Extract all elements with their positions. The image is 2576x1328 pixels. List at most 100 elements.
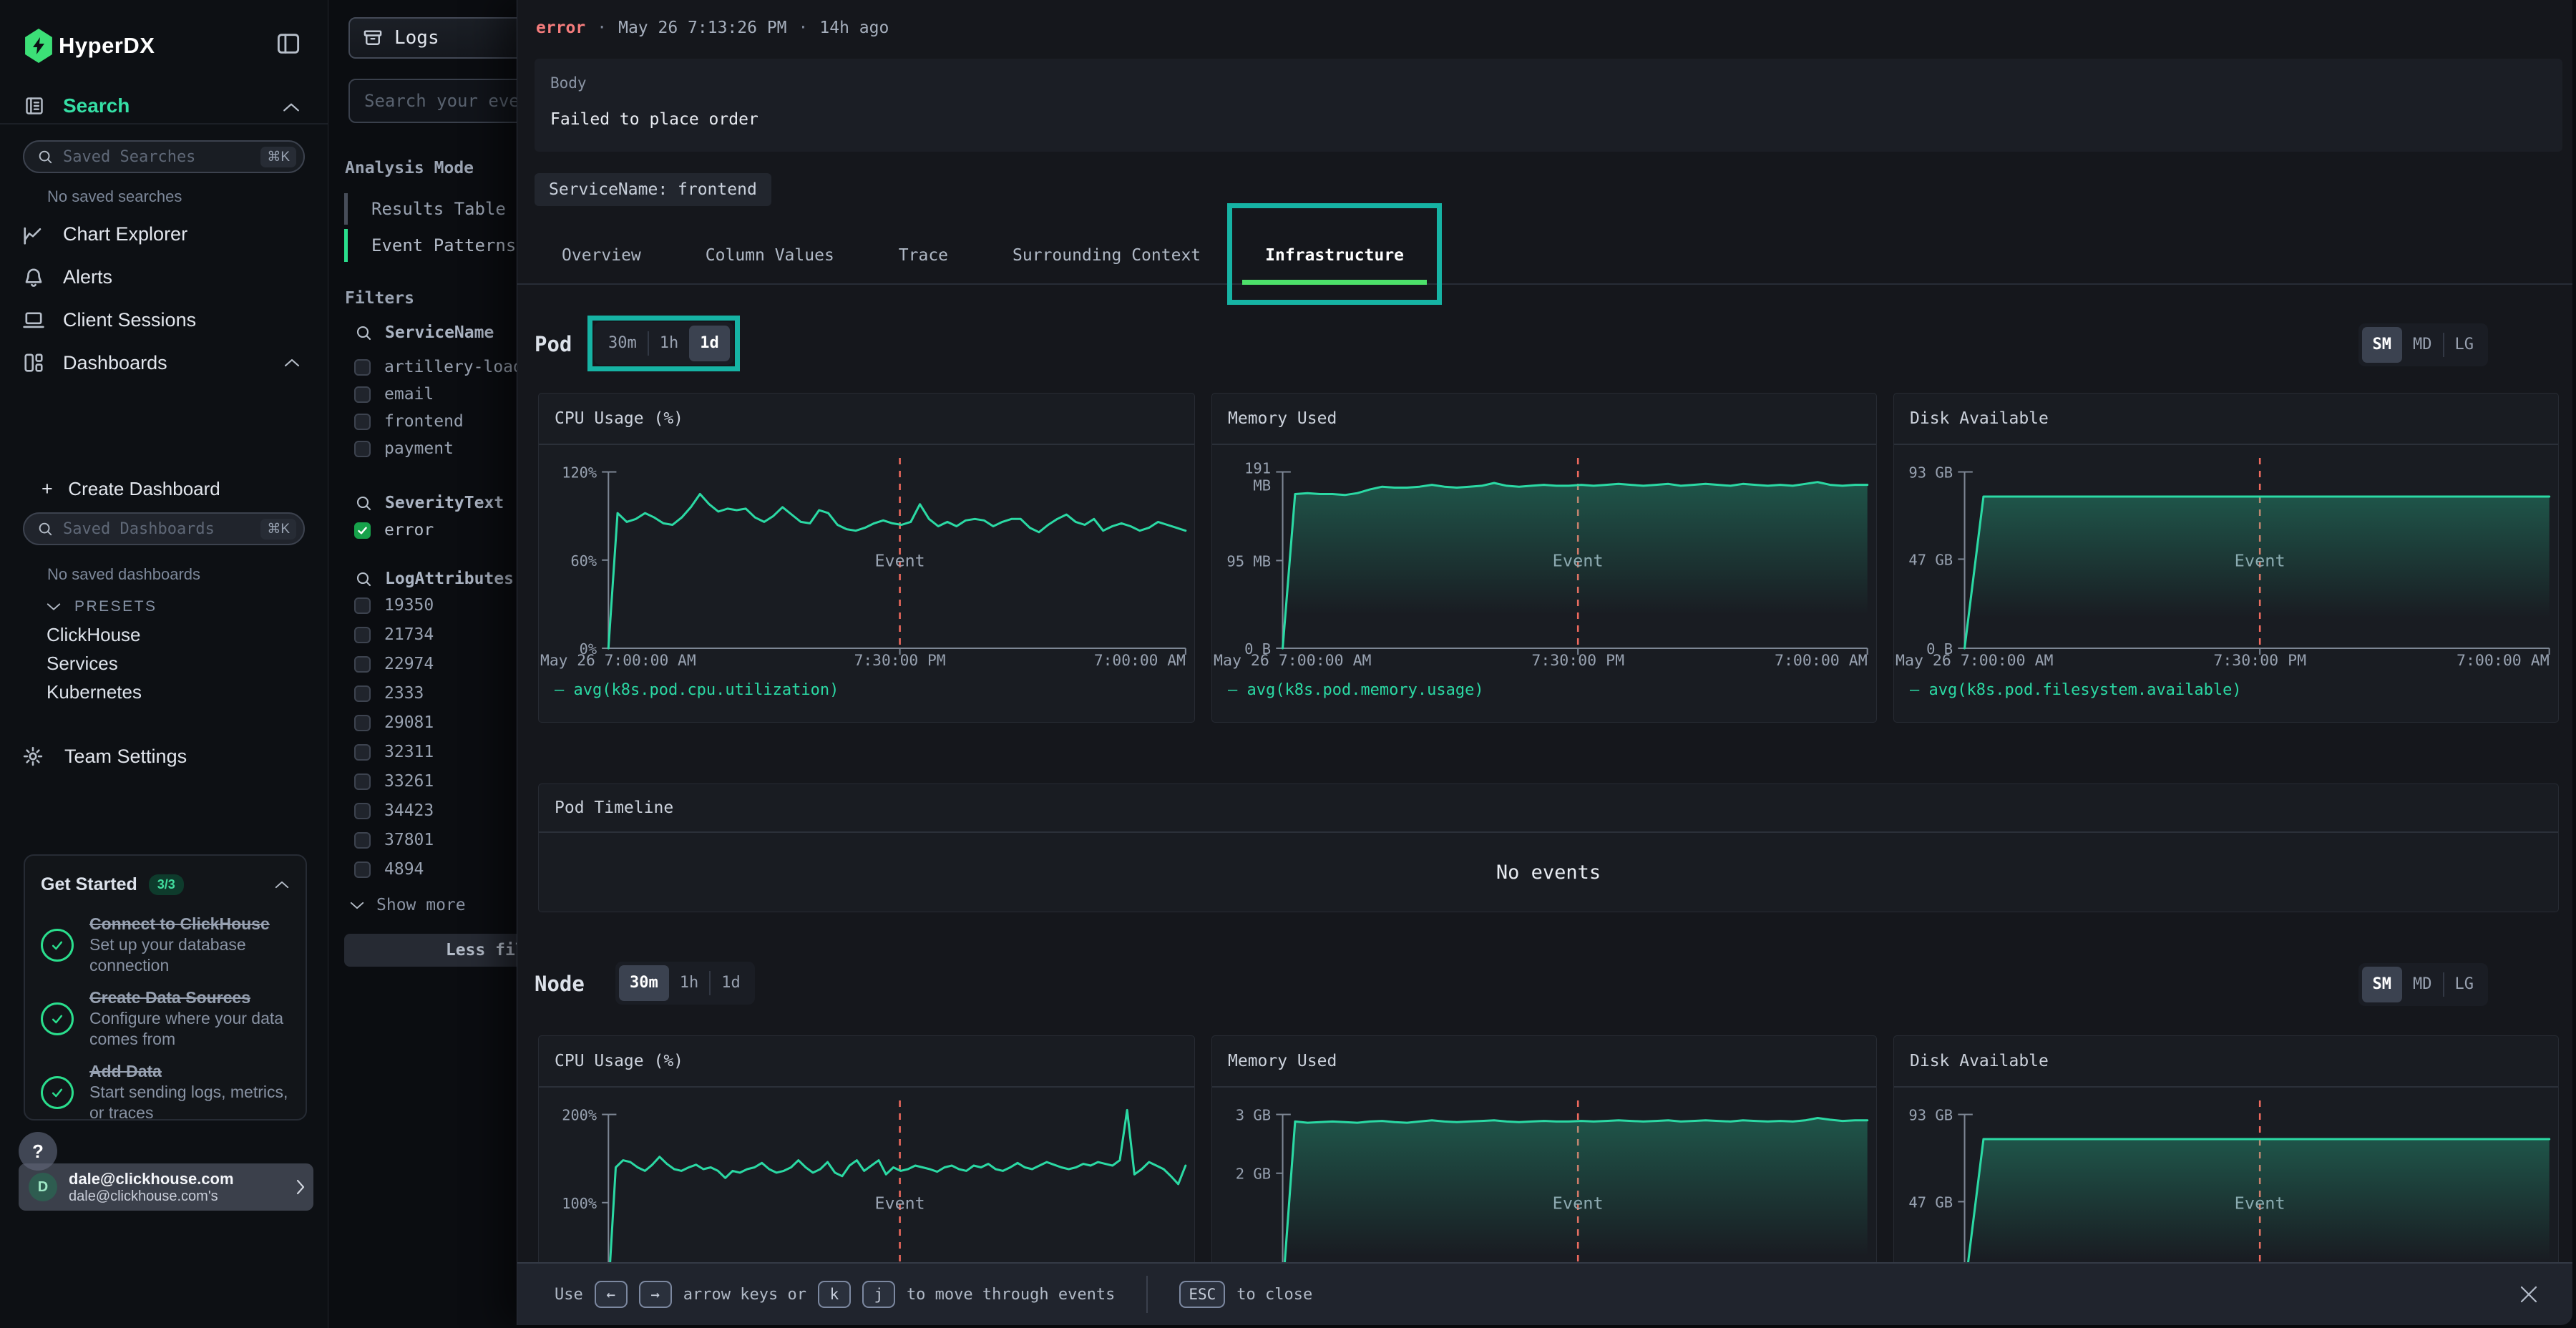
filter-value-row[interactable]: payment [354, 439, 454, 458]
tab-overview[interactable]: Overview [535, 228, 668, 285]
tab-column-values[interactable]: Column Values [678, 228, 862, 285]
filter-value-row[interactable]: 22974 [354, 655, 434, 673]
preset-services[interactable]: Services [47, 653, 118, 675]
chevron-up-icon[interactable] [274, 880, 290, 889]
filter-value-row[interactable]: artillery-load [354, 358, 523, 376]
svg-text:May 26 7:00:00 AM: May 26 7:00:00 AM [1214, 652, 1371, 670]
sidebar-item-search[interactable]: Search [63, 94, 130, 117]
sidebar-item-alerts[interactable]: Alerts [63, 266, 112, 288]
sidebar-item-team-settings[interactable]: Team Settings [64, 746, 187, 768]
filter-value-row[interactable]: email [354, 385, 434, 404]
size-lg[interactable]: LG [2444, 327, 2485, 363]
filter-value-row[interactable]: 19350 [354, 596, 434, 615]
size-md[interactable]: MD [2402, 967, 2443, 1002]
tab-surrounding-context[interactable]: Surrounding Context [985, 228, 1228, 285]
checkbox[interactable] [354, 656, 371, 673]
get-started-item[interactable]: Connect to ClickHouse Set up your databa… [41, 914, 290, 976]
dashboards-chevron-up-icon[interactable] [283, 358, 301, 368]
svg-text:47 GB: 47 GB [1908, 1194, 1953, 1211]
filter-value-row[interactable]: 32311 [354, 743, 434, 761]
checkbox[interactable] [354, 803, 371, 819]
pod-time-range-control: 30m 1h 1d [594, 322, 733, 365]
checkbox[interactable] [354, 861, 371, 878]
filter-group-servicename[interactable]: ServiceName [355, 323, 494, 342]
filter-value-row[interactable]: 29081 [354, 713, 434, 732]
checkbox[interactable] [354, 744, 371, 761]
range-1d[interactable]: 1d [689, 326, 730, 361]
checkbox[interactable] [354, 773, 371, 790]
user-account-chip[interactable]: D dale@clickhouse.com dale@clickhouse.co… [19, 1163, 313, 1211]
saved-dashboards-input[interactable]: Saved Dashboards ⌘K [23, 512, 305, 545]
sidebar-item-dashboards[interactable]: Dashboards [63, 352, 167, 374]
divider [0, 123, 328, 125]
checkbox[interactable] [354, 685, 371, 702]
checkbox[interactable] [354, 441, 371, 457]
sidebar-item-chart-explorer[interactable]: Chart Explorer [63, 223, 187, 245]
range-30m[interactable]: 30m [597, 326, 648, 361]
pod-cpu-chart[interactable]: 120%60%0%EventMay 26 7:00:00 AM7:30:00 P… [539, 448, 1194, 670]
svg-text:Event: Event [875, 1195, 925, 1214]
filter-group-severitytext[interactable]: SeverityText [355, 494, 504, 512]
checkbox[interactable] [354, 715, 371, 731]
saved-dashboards-placeholder: Saved Dashboards [63, 520, 260, 538]
checkbox[interactable] [354, 414, 371, 430]
preset-clickhouse[interactable]: ClickHouse [47, 624, 141, 646]
range-1h[interactable]: 1h [649, 326, 690, 361]
range-1h[interactable]: 1h [669, 965, 710, 1001]
tab-infrastructure[interactable]: Infrastructure [1238, 228, 1431, 285]
tab-trace[interactable]: Trace [872, 228, 975, 285]
divider [1146, 1276, 1148, 1313]
filter-value-row[interactable]: frontend [354, 412, 464, 431]
source-select[interactable]: Logs [348, 17, 536, 59]
size-md[interactable]: MD [2402, 327, 2443, 363]
sidebar-item-client-sessions[interactable]: Client Sessions [63, 309, 196, 331]
pod-timeline-card: Pod Timeline No events [538, 783, 2559, 912]
filter-group-logattributes[interactable]: LogAttributes [355, 570, 514, 588]
svg-text:60%: 60% [570, 552, 597, 570]
svg-text:93 GB: 93 GB [1908, 1107, 1953, 1124]
saved-searches-input[interactable]: Saved Searches ⌘K [23, 140, 305, 173]
size-sm[interactable]: SM [2362, 967, 2403, 1002]
chevron-down-icon [349, 901, 365, 910]
create-dashboard-button[interactable]: + Create Dashboard [42, 478, 220, 500]
svg-text:3 GB: 3 GB [1236, 1107, 1271, 1124]
size-sm[interactable]: SM [2362, 327, 2403, 363]
checkbox-checked[interactable] [354, 522, 371, 539]
collapse-sidebar-button[interactable] [276, 33, 301, 54]
pod-memory-chart[interactable]: 191MB95 MB0 BEventMay 26 7:00:00 AM7:30:… [1212, 448, 1876, 670]
keyboard-hints-bar: Use ← → arrow keys or k j to move throug… [517, 1262, 2572, 1325]
filter-value-row[interactable]: 4894 [354, 860, 424, 879]
chevron-right-icon [295, 1178, 306, 1196]
filter-value-row[interactable]: error [354, 521, 434, 540]
preset-kubernetes[interactable]: Kubernetes [47, 681, 142, 703]
check-circle-icon [41, 1076, 74, 1109]
checkbox[interactable] [354, 627, 371, 643]
search-section-chevron-up-icon[interactable] [282, 102, 301, 113]
filter-value-row[interactable]: 33261 [354, 772, 434, 791]
checkbox[interactable] [354, 359, 371, 376]
presets-toggle[interactable]: PRESETS [46, 598, 157, 615]
get-started-item[interactable]: Add Data Start sending logs, metrics, or… [41, 1061, 290, 1120]
filter-value-row[interactable]: 37801 [354, 831, 434, 849]
k-key: k [818, 1281, 851, 1308]
checkbox[interactable] [354, 832, 371, 849]
get-started-item[interactable]: Create Data Sources Configure where your… [41, 987, 290, 1050]
close-icon[interactable] [2518, 1284, 2540, 1305]
size-lg[interactable]: LG [2444, 967, 2485, 1002]
checkbox[interactable] [354, 597, 371, 614]
filter-value-row[interactable]: 2333 [354, 684, 424, 703]
svg-text:May 26 7:00:00 AM: May 26 7:00:00 AM [540, 651, 696, 669]
range-30m[interactable]: 30m [619, 965, 669, 1001]
service-name-tag[interactable]: ServiceName: frontend [535, 173, 771, 206]
filter-value-row[interactable]: 34423 [354, 801, 434, 820]
pod-disk-chart[interactable]: 93 GB47 GB0 BEventMay 26 7:00:00 AM7:30:… [1894, 448, 2558, 670]
chart-title: CPU Usage (%) [539, 394, 1194, 445]
filter-value-row[interactable]: 21734 [354, 625, 434, 644]
show-more-button[interactable]: Show more [349, 896, 466, 914]
event-detail-panel: error · May 26 7:13:26 PM · 14h ago Body… [517, 0, 2572, 1325]
source-select-value: Logs [394, 27, 439, 49]
svg-text:MB: MB [1253, 477, 1271, 494]
checkbox[interactable] [354, 386, 371, 403]
event-timestamp: May 26 7:13:26 PM [618, 19, 786, 37]
range-1d[interactable]: 1d [711, 965, 751, 1001]
